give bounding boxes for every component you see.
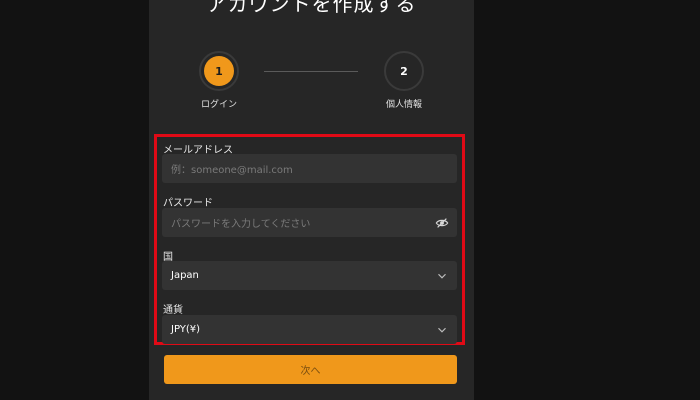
step-2-label: 個人情報 — [385, 100, 422, 110]
next-button[interactable]: 次へ — [164, 355, 457, 384]
step-1-number: 1 — [204, 56, 234, 86]
page-title: アカウントを作成する — [206, 0, 417, 16]
email-placeholder: 例：someone@mail.com — [171, 165, 293, 176]
country-select[interactable]: Japan — [162, 261, 457, 290]
password-label: パスワード — [163, 198, 213, 209]
email-field[interactable]: 例：someone@mail.com — [162, 154, 457, 183]
step-2-indicator: 2 — [384, 51, 424, 91]
step-connector-line — [264, 71, 358, 72]
step-1-indicator: 1 — [199, 51, 239, 91]
signup-panel: アカウントを作成する 1 2 ログイン 個人情報 メールアドレス 例：someo… — [149, 0, 474, 400]
password-field[interactable]: パスワードを入力してください — [162, 208, 457, 237]
eye-slash-icon[interactable] — [435, 216, 449, 230]
step-2-number: 2 — [389, 56, 419, 86]
chevron-down-icon — [438, 273, 446, 279]
chevron-down-icon — [438, 327, 446, 333]
currency-label: 通貨 — [163, 305, 183, 316]
country-value: Japan — [171, 270, 199, 281]
currency-value: JPY(¥) — [171, 324, 201, 335]
password-placeholder: パスワードを入力してください — [171, 219, 311, 230]
currency-select[interactable]: JPY(¥) — [162, 315, 457, 344]
step-1-label: ログイン — [200, 100, 237, 110]
